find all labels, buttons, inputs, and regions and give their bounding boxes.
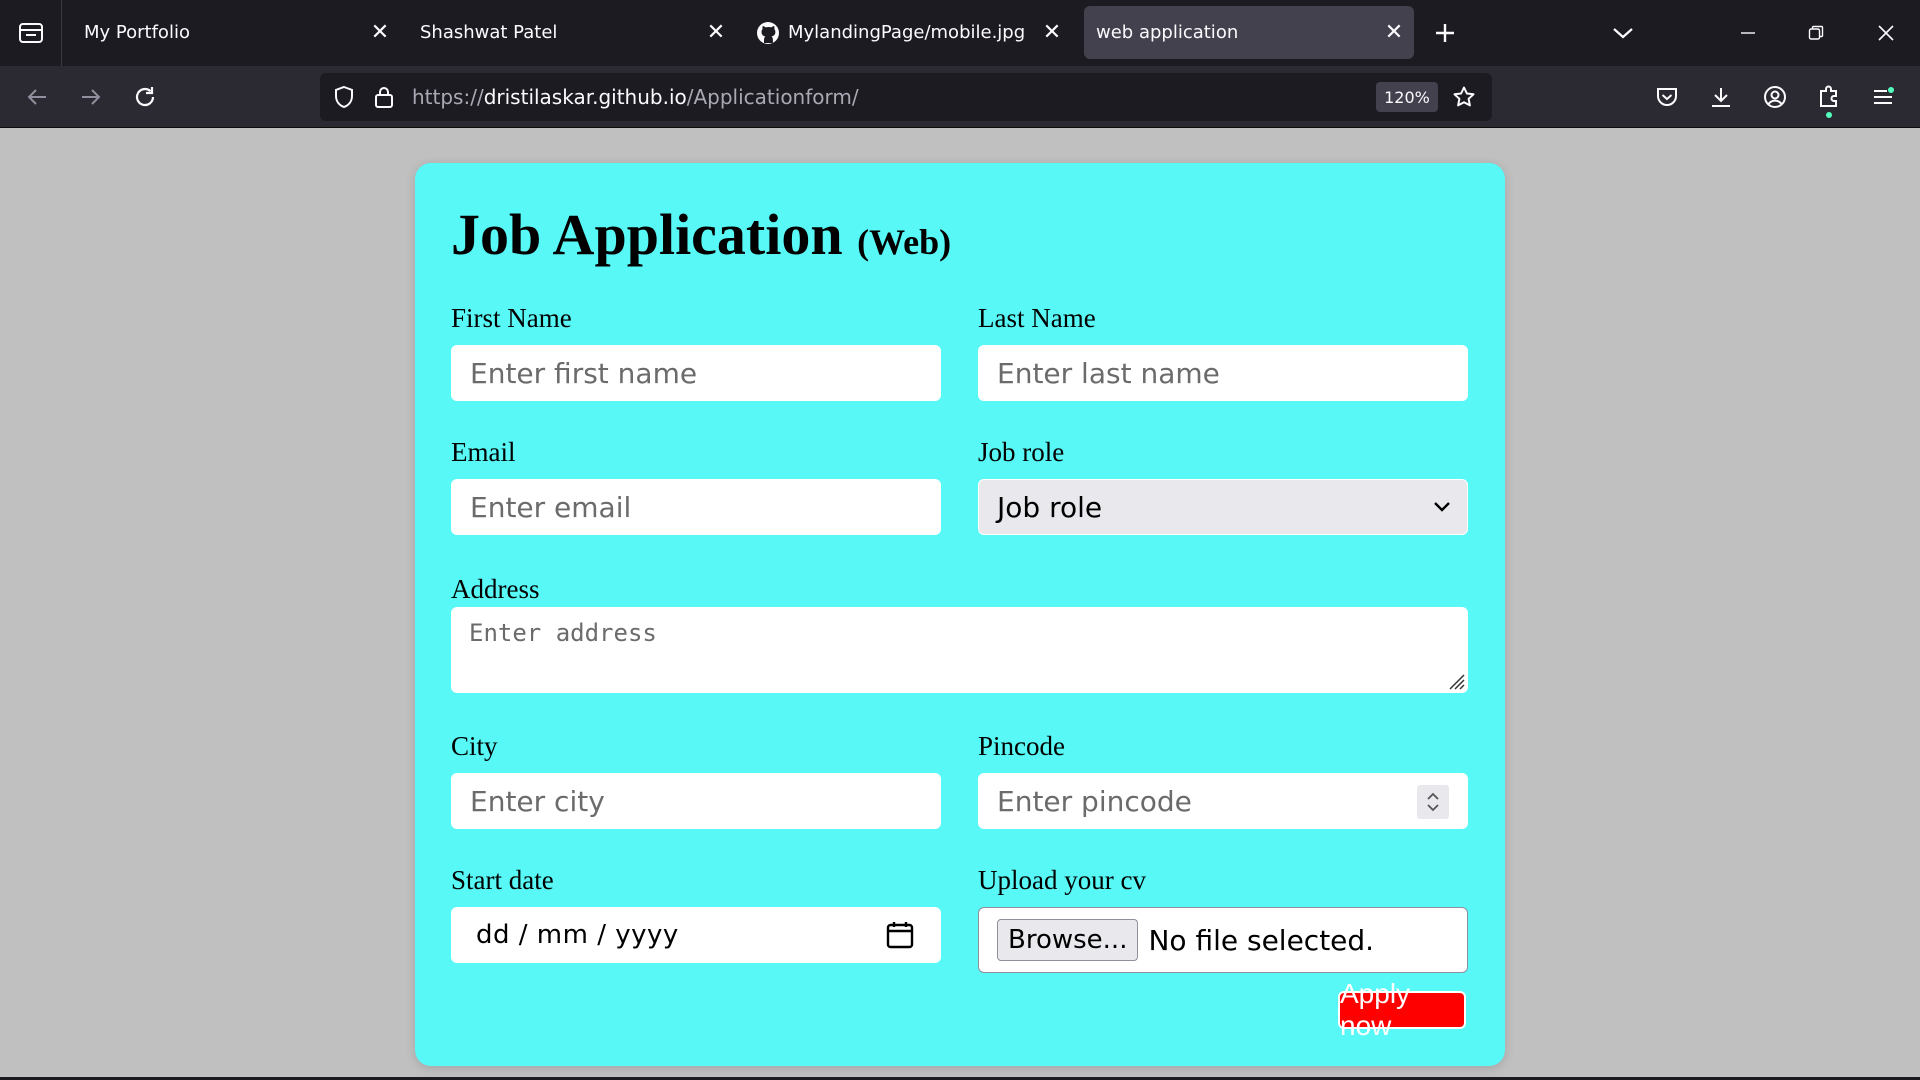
- address-placeholder: Enter address: [469, 619, 657, 647]
- arrow-right-icon: [82, 89, 101, 105]
- github-icon: [757, 21, 779, 44]
- arrow-left-icon: [27, 89, 46, 105]
- close-icon[interactable]: ✕: [696, 13, 736, 53]
- tab-title: My Portfolio: [84, 22, 190, 43]
- city-label: City: [451, 731, 498, 761]
- hamburger-menu-icon: [1874, 87, 1894, 104]
- first-name-input[interactable]: Enter first name: [451, 345, 941, 401]
- close-icon[interactable]: ✕: [1032, 13, 1072, 53]
- email-input[interactable]: Enter email: [451, 479, 941, 535]
- forward-button[interactable]: [68, 74, 114, 120]
- date-format-placeholder: dd / mm / yyyy: [476, 920, 679, 950]
- url-prefix: https://: [412, 85, 484, 109]
- last-name-input[interactable]: Enter last name: [978, 345, 1468, 401]
- pocket-button[interactable]: [1644, 74, 1690, 120]
- lock-icon[interactable]: [368, 81, 400, 113]
- restore-icon: [1808, 25, 1824, 40]
- cv-file-input[interactable]: Browse... No file selected.: [978, 907, 1468, 973]
- start-date-input[interactable]: dd / mm / yyyy: [451, 907, 941, 963]
- address-bar[interactable]: https://dristilaskar.github.io/Applicati…: [320, 73, 1492, 121]
- application-form-card: Job Application (Web) First Name Enter f…: [415, 163, 1505, 1066]
- calendar-icon[interactable]: [886, 920, 914, 950]
- address-textarea[interactable]: Enter address: [451, 607, 1468, 693]
- back-button[interactable]: [14, 74, 60, 120]
- minimize-icon: [1741, 32, 1755, 34]
- title-subtitle: (Web): [857, 222, 952, 262]
- bookmark-star-icon[interactable]: [1448, 81, 1480, 113]
- pincode-input[interactable]: Enter pincode: [978, 773, 1468, 829]
- restore-button[interactable]: [1782, 0, 1850, 66]
- tab-title: Shashwat Patel: [420, 22, 558, 43]
- menu-button[interactable]: [1860, 74, 1906, 120]
- tab-title: MylandingPage/mobile.jpg at m: [788, 22, 1032, 43]
- tab-shashwat-patel[interactable]: Shashwat Patel ✕: [400, 6, 736, 59]
- reload-icon: [135, 87, 155, 107]
- plus-icon: [1436, 24, 1454, 42]
- tab-web-application[interactable]: web application ✕: [1084, 6, 1414, 59]
- tab-mylandingpage[interactable]: MylandingPage/mobile.jpg at m ✕: [736, 6, 1072, 59]
- tab-bar: My Portfolio ✕ Shashwat Patel ✕ Mylandin…: [0, 0, 1920, 66]
- download-icon: [1712, 88, 1730, 107]
- job-role-label: Job role: [978, 437, 1065, 467]
- tab-list-button[interactable]: [0, 0, 62, 66]
- title-text: Job Application: [451, 202, 843, 267]
- job-role-select[interactable]: Job role: [978, 479, 1468, 535]
- puzzle-icon: [1820, 85, 1837, 107]
- notification-dot-icon: [1826, 112, 1832, 118]
- extensions-button[interactable]: [1806, 74, 1852, 120]
- resize-handle-icon[interactable]: [1444, 669, 1466, 691]
- first-name-label: First Name: [451, 303, 572, 333]
- tab-my-portfolio[interactable]: My Portfolio ✕: [64, 6, 400, 59]
- job-role-selected: Job role: [997, 490, 1103, 524]
- zoom-level-button[interactable]: 120%: [1376, 82, 1438, 112]
- stepper-arrows-icon: [1427, 792, 1439, 812]
- downloads-button[interactable]: [1698, 74, 1744, 120]
- reload-button[interactable]: [122, 74, 168, 120]
- navigation-toolbar: https://dristilaskar.github.io/Applicati…: [0, 66, 1920, 128]
- url-host: dristilaskar.github.io: [483, 85, 687, 109]
- url-text[interactable]: https://dristilaskar.github.io/Applicati…: [412, 85, 859, 109]
- apply-now-button[interactable]: Apply now: [1338, 978, 1466, 1041]
- minimize-button[interactable]: [1714, 0, 1782, 66]
- list-all-tabs-button[interactable]: [1602, 12, 1644, 54]
- tab-list-icon: [18, 23, 43, 43]
- account-button[interactable]: [1752, 74, 1798, 120]
- page-title: Job Application (Web): [451, 201, 951, 268]
- shield-icon[interactable]: [328, 81, 360, 113]
- chevron-down-icon: [1434, 502, 1450, 512]
- email-label: Email: [451, 437, 516, 467]
- tab-title: web application: [1096, 22, 1239, 43]
- number-stepper[interactable]: [1417, 785, 1449, 819]
- pocket-icon: [1657, 88, 1677, 106]
- last-name-label: Last Name: [978, 303, 1096, 333]
- start-date-label: Start date: [451, 865, 554, 895]
- close-icon: [1878, 25, 1894, 41]
- address-label: Address: [451, 574, 540, 604]
- account-icon: [1764, 86, 1786, 108]
- close-window-button[interactable]: [1852, 0, 1920, 66]
- upload-cv-label: Upload your cv: [978, 865, 1146, 895]
- pincode-placeholder: Enter pincode: [997, 784, 1192, 818]
- chevron-down-icon: [1613, 28, 1633, 39]
- city-input[interactable]: Enter city: [451, 773, 941, 829]
- file-status: No file selected.: [1148, 923, 1375, 957]
- pincode-label: Pincode: [978, 731, 1065, 761]
- new-tab-button[interactable]: [1424, 12, 1466, 54]
- browse-button[interactable]: Browse...: [997, 919, 1139, 961]
- close-icon[interactable]: ✕: [360, 13, 400, 53]
- url-path: /Applicationform/: [686, 85, 859, 109]
- close-icon[interactable]: ✕: [1374, 13, 1414, 53]
